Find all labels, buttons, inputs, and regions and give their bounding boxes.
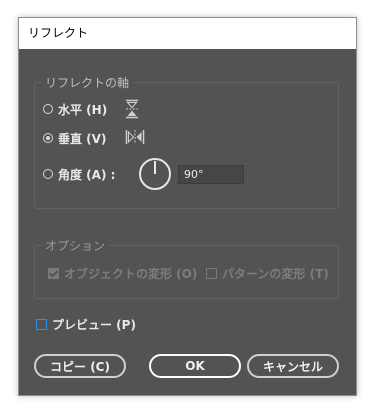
vertical-axis-icon: [125, 129, 145, 149]
cancel-button[interactable]: キャンセル: [247, 354, 339, 378]
transform-objects-box[interactable]: [48, 267, 59, 279]
horizontal-radio[interactable]: 水平 (H): [43, 100, 107, 118]
transform-patterns-box[interactable]: [206, 267, 217, 279]
angle-input[interactable]: 90°: [178, 165, 244, 184]
angle-dial[interactable]: [139, 158, 171, 190]
horizontal-radio-circle[interactable]: [43, 104, 53, 114]
transform-objects-label: オブジェクトの変形 (O): [64, 266, 198, 281]
reflect-axis-group: リフレクトの軸 水平 (H) 垂直 (V) 角度 (A): 90°: [34, 74, 339, 209]
vertical-radio-circle[interactable]: [43, 133, 53, 143]
check-mark-icon: [48, 267, 59, 278]
reflect-dialog: リフレクト リフレクトの軸 水平 (H) 垂直 (V) 角度 (A): 90°…: [18, 17, 357, 396]
vertical-label: 垂直 (V): [58, 131, 107, 146]
angle-radio-circle[interactable]: [43, 169, 53, 179]
ok-button[interactable]: OK: [149, 354, 241, 378]
dialog-body: リフレクトの軸 水平 (H) 垂直 (V) 角度 (A): 90° オプション…: [19, 49, 356, 395]
vertical-radio[interactable]: 垂直 (V): [43, 129, 106, 147]
transform-patterns-checkbox[interactable]: パターンの変形 (T): [206, 265, 329, 281]
preview-label: プレビュー (P): [52, 317, 136, 332]
reflect-axis-legend: リフレクトの軸: [42, 74, 133, 91]
copy-button[interactable]: コピー (C): [34, 354, 126, 378]
horizontal-axis-icon: [125, 99, 139, 123]
transform-objects-checkbox[interactable]: オブジェクトの変形 (O): [48, 265, 197, 281]
dialog-title: リフレクト: [19, 18, 356, 49]
angle-dial-needle: [154, 161, 156, 174]
preview-box[interactable]: [36, 318, 47, 330]
options-group: オプション オブジェクトの変形 (O) パターンの変形 (T): [34, 237, 339, 299]
angle-radio[interactable]: 角度 (A) :: [43, 165, 115, 183]
horizontal-label: 水平 (H): [58, 102, 108, 117]
angle-label: 角度 (A) :: [58, 167, 116, 182]
options-legend: オプション: [42, 237, 109, 254]
transform-patterns-label: パターンの変形 (T): [222, 266, 329, 281]
preview-checkbox[interactable]: プレビュー (P): [36, 316, 136, 332]
